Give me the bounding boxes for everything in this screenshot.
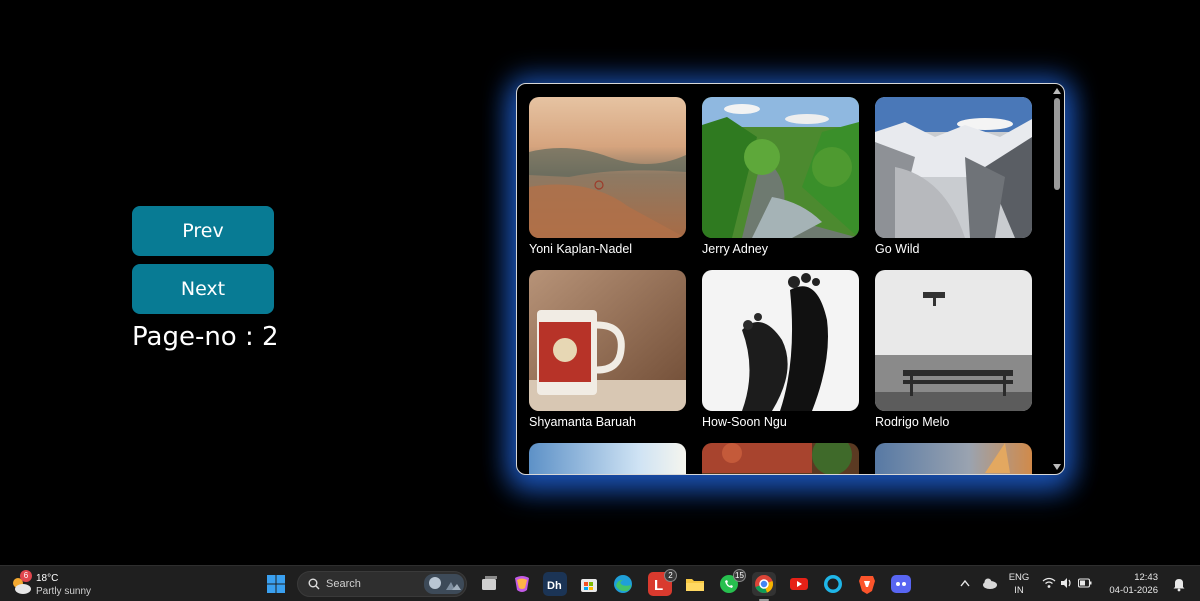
l-app-icon[interactable]: L 2 <box>648 569 677 596</box>
gallery-image-feet[interactable] <box>702 270 859 411</box>
windows-start-icon[interactable] <box>264 572 288 596</box>
onedrive-icon[interactable] <box>982 577 998 589</box>
input-region: IN <box>1014 585 1024 596</box>
gallery-card[interactable] <box>875 443 1032 474</box>
gallery-card[interactable]: Go Wild <box>875 97 1032 256</box>
gallery-image-mountains[interactable] <box>875 97 1032 238</box>
weather-temperature: 18°C <box>36 573 59 584</box>
image-author: How-Soon Ngu <box>702 415 787 429</box>
youtube-icon[interactable] <box>787 572 811 596</box>
gallery-scrollbar[interactable] <box>1052 86 1062 472</box>
gallery-image-bench[interactable] <box>875 270 1032 411</box>
notification-badge: 2 <box>664 569 677 582</box>
discord-icon[interactable] <box>889 572 913 596</box>
chevron-up-icon[interactable] <box>960 579 970 587</box>
gallery-card[interactable]: Jerry Adney <box>702 97 859 256</box>
wifi-icon[interactable] <box>1042 577 1056 589</box>
gallery-card[interactable]: Yoni Kaplan-Nadel <box>529 97 686 256</box>
microsoft-store-icon[interactable] <box>577 572 601 596</box>
gallery-image-forest[interactable] <box>702 97 859 238</box>
dh-app-icon[interactable]: Dh <box>543 572 567 596</box>
battery-icon[interactable] <box>1078 578 1092 588</box>
notification-badge: 15 <box>733 569 746 582</box>
image-author: Rodrigo Melo <box>875 415 950 429</box>
app-window: Prev Next Page-no : 2 Yoni Kaplan-Nadel … <box>0 0 1200 601</box>
edge-icon[interactable] <box>611 572 635 596</box>
windows-taskbar: 6 18°C Partly sunny Search Dh L 2 15 ENG… <box>0 565 1200 601</box>
chrome-icon[interactable] <box>752 572 776 601</box>
scroll-down-arrow-icon[interactable] <box>1053 464 1061 470</box>
search-icon <box>308 578 320 590</box>
file-explorer-icon[interactable] <box>683 572 707 596</box>
search-placeholder: Search <box>326 578 361 590</box>
gallery-image-foliage[interactable] <box>702 443 859 474</box>
prev-button[interactable]: Prev <box>132 206 274 256</box>
gallery-image-desert[interactable] <box>529 97 686 238</box>
system-tray: ENG IN 12:43 04-01-2026 <box>960 566 1200 601</box>
weather-alert-badge: 6 <box>20 570 32 582</box>
scroll-up-arrow-icon[interactable] <box>1053 88 1061 94</box>
image-author: Shyamanta Baruah <box>529 415 637 429</box>
scroll-thumb[interactable] <box>1054 98 1060 190</box>
image-author: Go Wild <box>875 242 920 256</box>
next-button[interactable]: Next <box>132 264 274 314</box>
clock-date: 04-01-2026 <box>1109 585 1158 596</box>
gallery-image-mug[interactable] <box>529 270 686 411</box>
brave-icon[interactable] <box>855 572 879 596</box>
image-gallery[interactable]: Yoni Kaplan-Nadel Jerry Adney Go Wild Sh… <box>516 83 1065 475</box>
svg-text:Dh: Dh <box>547 580 562 592</box>
input-language[interactable]: ENG <box>1006 572 1032 583</box>
notification-bell-icon[interactable] <box>1172 576 1186 592</box>
clock-time[interactable]: 12:43 <box>1102 572 1158 583</box>
image-author: Yoni Kaplan-Nadel <box>529 242 633 256</box>
gallery-card[interactable] <box>529 443 686 474</box>
volume-icon[interactable] <box>1060 577 1074 589</box>
weather-widget[interactable]: 6 18°C Partly sunny <box>10 570 120 598</box>
image-author: Jerry Adney <box>702 242 769 256</box>
taskbar-search[interactable]: Search <box>297 571 467 597</box>
whatsapp-icon[interactable]: 15 <box>717 569 746 596</box>
gallery-card[interactable] <box>702 443 859 474</box>
task-view-icon[interactable] <box>477 572 501 596</box>
weather-description: Partly sunny <box>36 586 92 597</box>
copilot-icon[interactable] <box>510 572 534 596</box>
gallery-image-sky[interactable] <box>529 443 686 474</box>
alexa-icon[interactable] <box>821 572 845 596</box>
page-number-label: Page-no : 2 <box>132 322 279 352</box>
gallery-card[interactable]: How-Soon Ngu <box>702 270 859 429</box>
gallery-card[interactable]: Shyamanta Baruah <box>529 270 686 429</box>
search-highlight-icon <box>424 574 464 594</box>
gallery-image-warm[interactable] <box>875 443 1032 474</box>
gallery-card[interactable]: Rodrigo Melo <box>875 270 1032 429</box>
svg-text:L: L <box>654 577 663 594</box>
